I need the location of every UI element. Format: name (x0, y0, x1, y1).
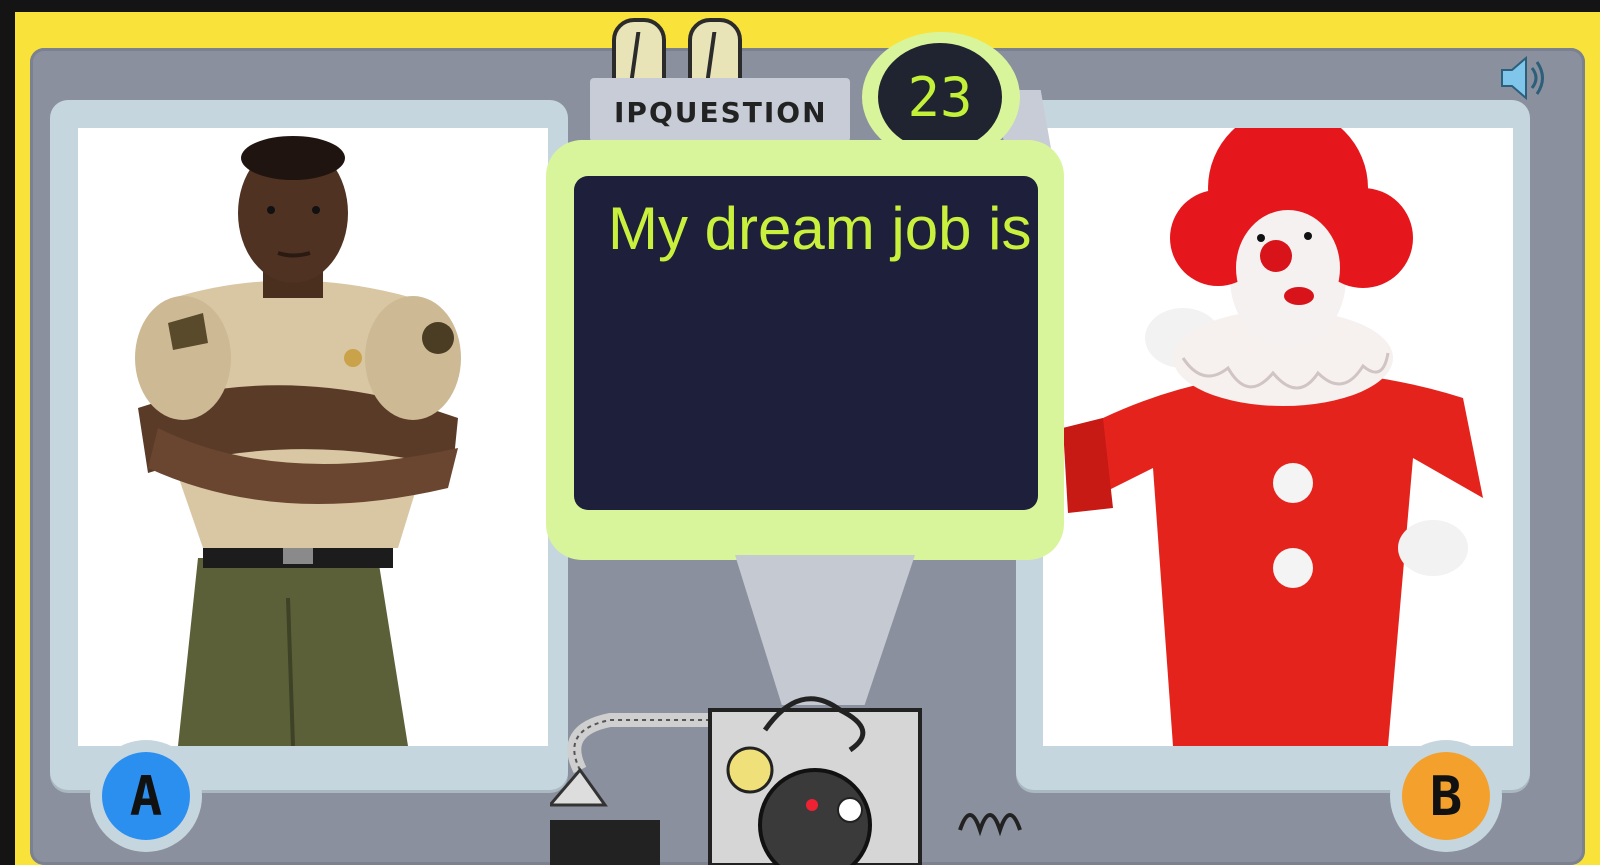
game-label: IPQUESTION (614, 96, 828, 129)
option-b-photo[interactable] (1043, 128, 1513, 746)
robot-machine-illustration (550, 696, 1022, 865)
speaker-icon[interactable] (1498, 54, 1548, 102)
option-a-card[interactable] (50, 100, 568, 790)
question-number: 23 (878, 43, 1002, 151)
option-b-badge[interactable]: B (1402, 752, 1490, 840)
question-text: My dream job is (608, 195, 1032, 262)
option-a-badge[interactable]: A (102, 752, 190, 840)
option-a-photo[interactable] (78, 128, 548, 746)
police-officer-image (135, 136, 461, 746)
option-b-card[interactable] (1016, 100, 1530, 790)
clown-image (1063, 128, 1483, 746)
